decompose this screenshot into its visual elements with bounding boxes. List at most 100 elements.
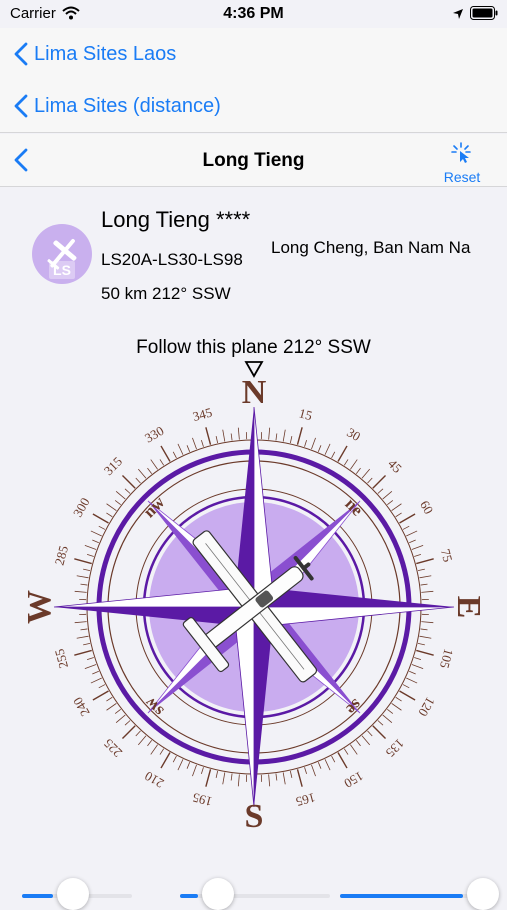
degree-label: 300 [70, 495, 93, 519]
degree-label: 285 [52, 544, 72, 567]
tick-mark [83, 643, 90, 645]
slider-1-thumb[interactable] [57, 878, 89, 910]
tick-mark [160, 749, 164, 755]
tick-mark [412, 545, 423, 549]
tick-mark [136, 731, 141, 736]
slider-3-thumb[interactable] [467, 878, 499, 910]
chevron-left-icon [14, 94, 28, 118]
degree-label: 345 [191, 405, 214, 425]
tick-mark [173, 452, 176, 458]
tick-mark [122, 726, 135, 739]
tick-mark [125, 720, 130, 725]
cardinal-label-S: S [245, 798, 264, 834]
reset-button[interactable]: Reset [440, 142, 484, 185]
tick-mark [173, 756, 176, 762]
tick-mark [151, 460, 158, 470]
tick-mark [403, 526, 409, 529]
icon-text: LS [53, 262, 71, 278]
degree-label: 150 [342, 768, 366, 791]
tick-mark [297, 427, 302, 444]
tick-mark [416, 650, 433, 655]
slider-2-thumb[interactable] [202, 878, 234, 910]
tick-mark [311, 438, 315, 449]
site-codes: LS20A-LS30-LS98 [101, 250, 243, 270]
tick-mark [160, 459, 164, 465]
tick-mark [107, 703, 117, 710]
tick-mark [305, 440, 307, 447]
tick-mark [276, 774, 277, 781]
back-label: Lima Sites Laos [34, 43, 176, 66]
tick-mark [178, 444, 183, 455]
tick-mark [91, 678, 102, 683]
degree-label: 15 [297, 405, 313, 423]
tick-mark [406, 531, 417, 536]
degree-label: 120 [415, 695, 438, 719]
tick-mark [216, 436, 218, 443]
back-button-lima-sites-distance[interactable]: Lima Sites (distance) [14, 94, 221, 118]
back-label: Lima Sites (distance) [34, 95, 221, 118]
tick-mark [85, 545, 96, 549]
tick-mark [373, 726, 386, 739]
tick-mark [238, 428, 239, 440]
tick-mark [412, 664, 423, 668]
tick-mark [383, 715, 392, 723]
tick-mark [147, 468, 151, 474]
tick-mark [392, 703, 402, 710]
slider-3-fill [340, 894, 463, 898]
tick-mark [367, 478, 372, 483]
degree-label: 315 [101, 454, 125, 478]
tick-mark [338, 446, 347, 462]
site-name: Long Tieng **** [101, 207, 250, 233]
tick-mark [85, 664, 96, 668]
degree-label: 105 [437, 647, 457, 670]
tick-mark [107, 504, 117, 511]
tick-mark [74, 559, 91, 564]
cardinal-label-W: W [27, 590, 58, 624]
degree-label: 30 [344, 424, 363, 443]
lima-site-icon: LS [31, 223, 93, 290]
degree-label: 225 [101, 736, 125, 760]
tick-mark [276, 433, 277, 440]
tick-mark [399, 691, 415, 700]
tick-mark [403, 685, 409, 688]
tick-mark [99, 685, 105, 688]
tick-mark [418, 643, 425, 645]
degree-label: 135 [383, 736, 407, 760]
tick-mark [238, 774, 239, 786]
reset-label: Reset [440, 169, 484, 185]
tick-mark [187, 762, 190, 768]
chevron-left-icon [14, 42, 28, 66]
slider-1-fill [22, 894, 53, 898]
tick-mark [192, 765, 196, 776]
tick-mark [283, 772, 285, 784]
tick-mark [419, 576, 431, 578]
tick-mark [338, 752, 347, 768]
tick-mark [223, 430, 225, 442]
tick-mark [216, 771, 218, 778]
page-title: Long Tieng [0, 150, 507, 172]
nav-row-1: Lima Sites Laos [0, 28, 507, 81]
tick-mark [387, 709, 393, 713]
reset-pointer-icon [449, 142, 475, 164]
tick-mark [297, 769, 302, 786]
site-detail: LS Long Tieng **** LS20A-LS30-LS98 Long … [0, 188, 507, 900]
tick-mark [125, 489, 130, 494]
tick-mark [138, 736, 146, 745]
tick-mark [421, 591, 433, 592]
tick-mark [269, 428, 270, 440]
tick-mark [290, 436, 292, 443]
tick-mark [178, 759, 183, 770]
site-distance: 50 km 212° SSW [101, 284, 231, 304]
tick-mark [378, 720, 383, 725]
degree-label: 60 [417, 498, 436, 517]
tick-mark [115, 500, 121, 504]
tick-mark [373, 475, 386, 488]
tick-mark [74, 650, 91, 655]
tick-mark [116, 491, 125, 499]
back-button-lima-sites-laos[interactable]: Lima Sites Laos [14, 42, 176, 66]
tick-mark [93, 691, 109, 700]
tick-mark [75, 622, 87, 623]
tick-mark [396, 513, 402, 517]
compass-rose[interactable]: 1530456075105120135150165195210225240255… [27, 380, 481, 834]
tick-mark [392, 504, 402, 511]
